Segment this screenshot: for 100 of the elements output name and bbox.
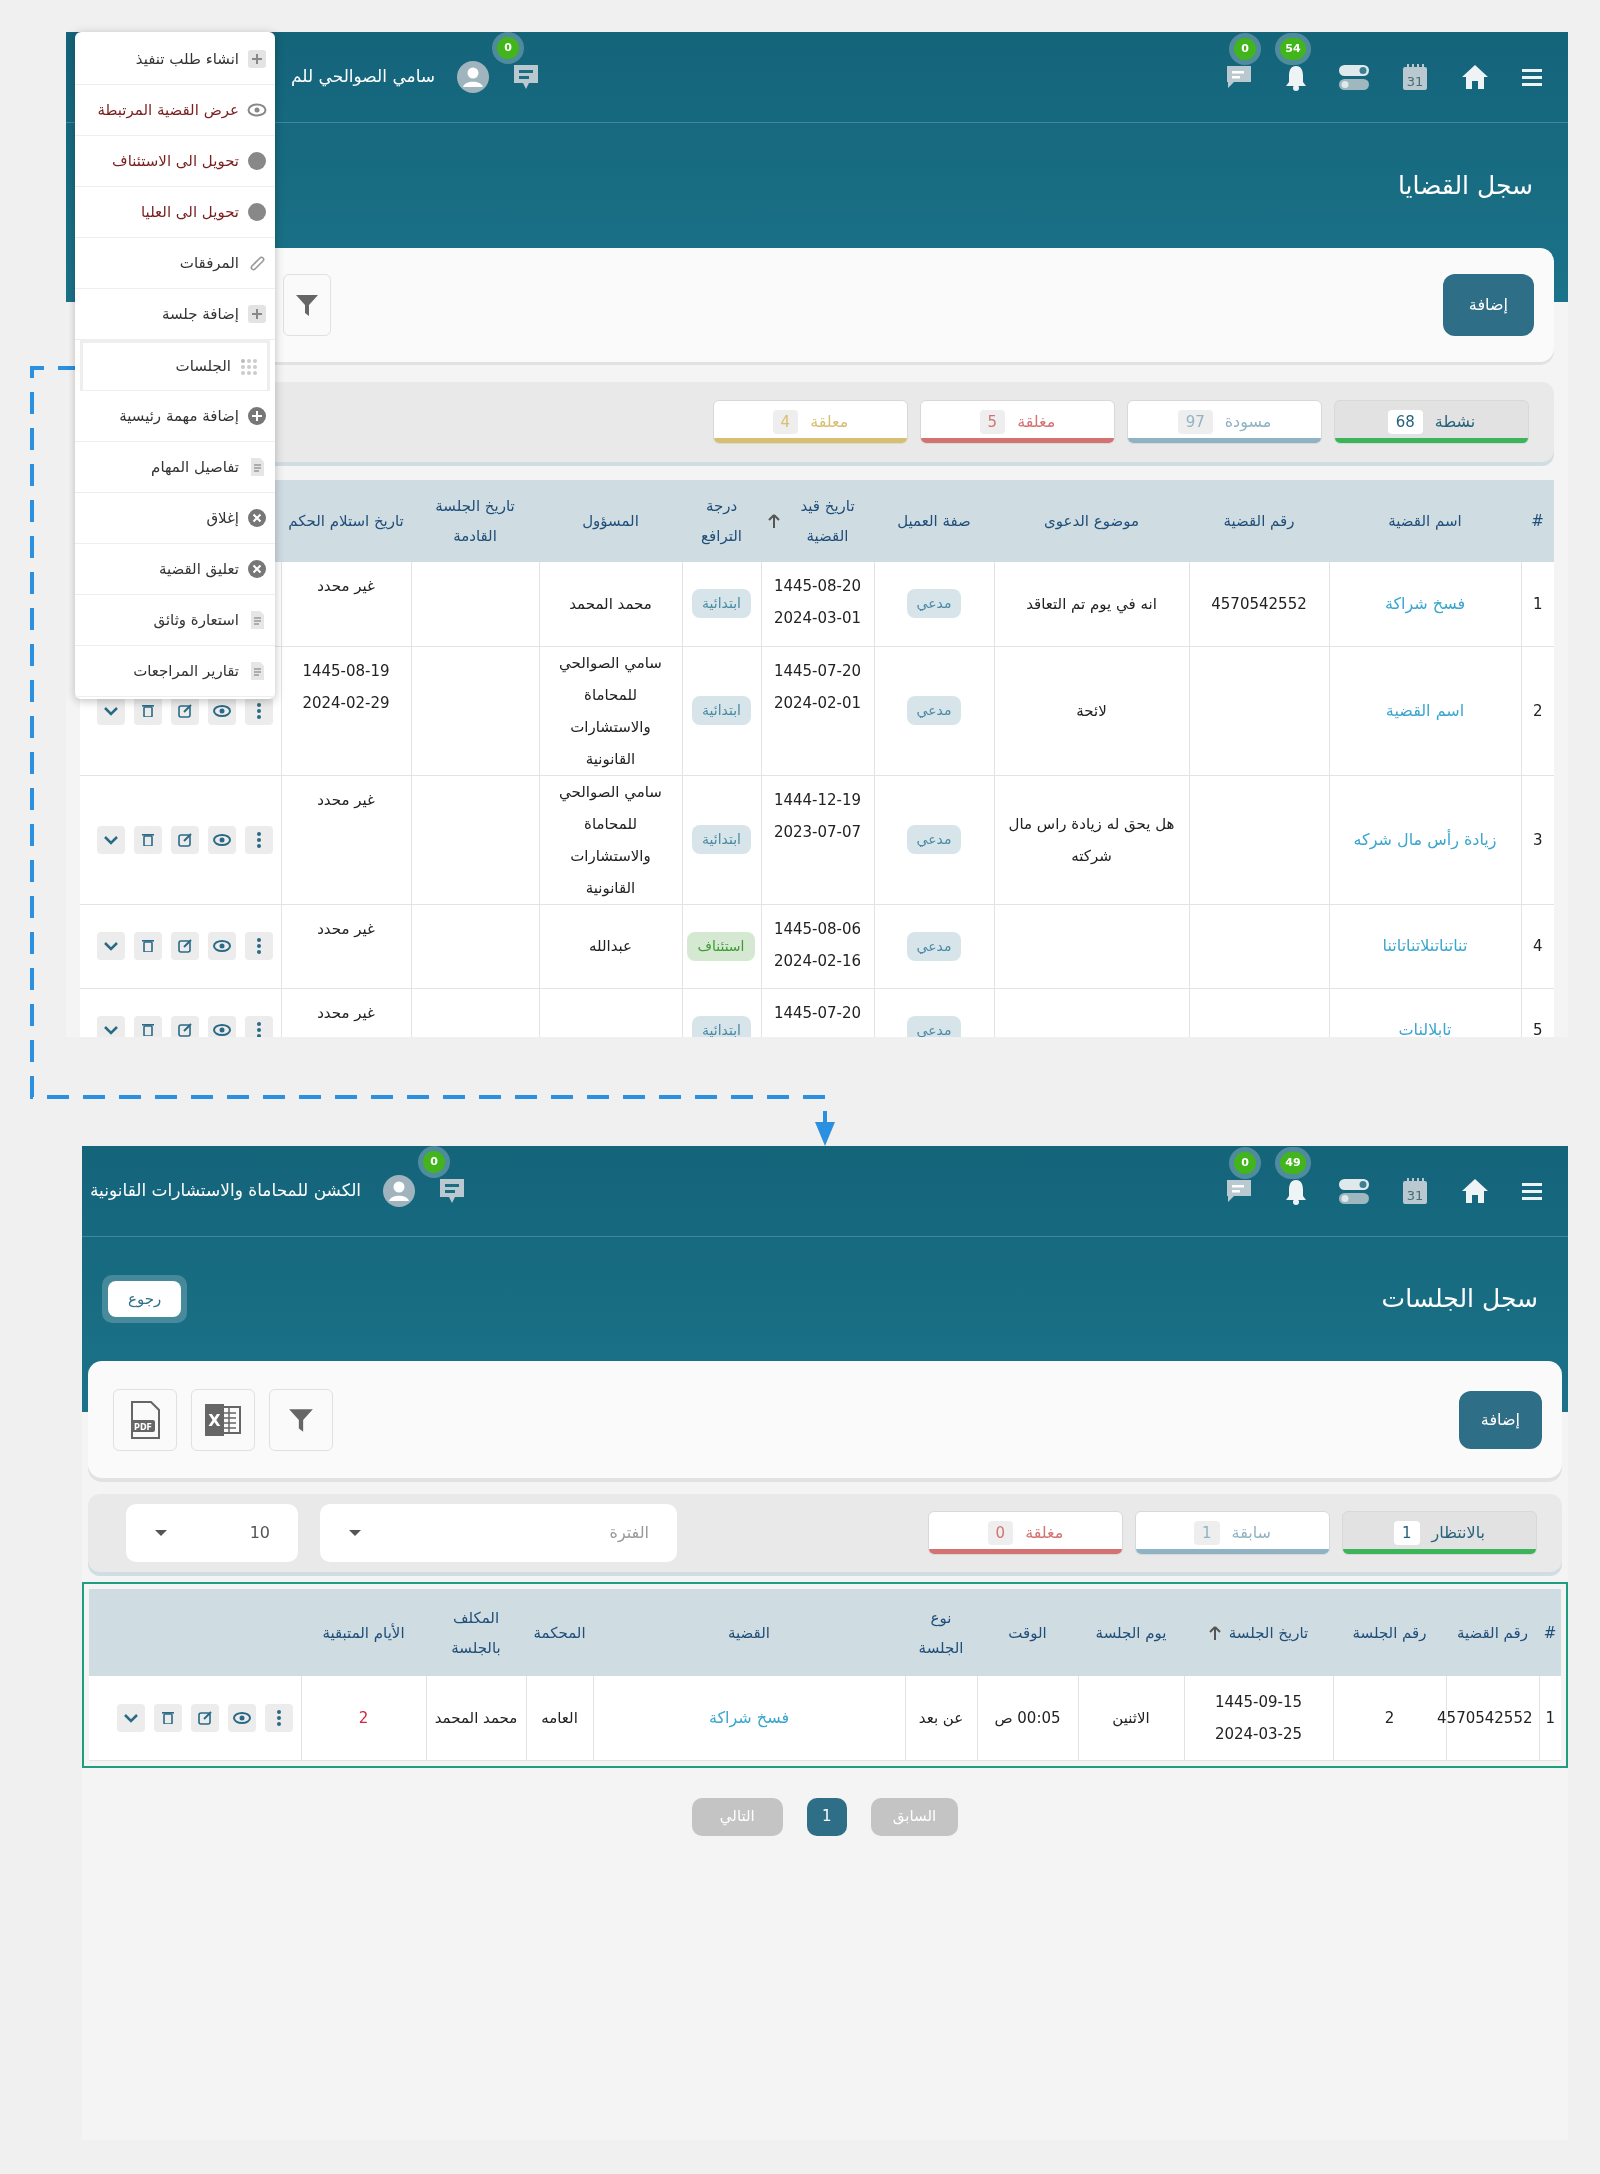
dots-grid-icon [239,356,259,377]
user-avatar-icon[interactable] [457,61,490,93]
delete-button[interactable] [133,932,162,960]
chevron-down-icon [123,1712,138,1723]
table-cell: 4 [1532,937,1543,955]
table-cell: غير محدد [317,919,375,938]
column-header[interactable]: تاريخ قيد القضية [787,491,868,551]
column-header: الوقت [977,1589,1078,1676]
column-header: صفة العميل [874,480,994,562]
degree-badge: مدعي [906,696,962,725]
more-button[interactable] [244,1016,273,1037]
count-badge: 0 [497,37,520,59]
edit-icon [197,1710,212,1725]
column-header: رقم القضية [1446,1589,1539,1676]
table-cell: هل يحق له زيادة راس مال شركته [1008,814,1175,865]
more-icon [256,938,261,954]
table-cell: 1445-09-15 2024-03-25 [1214,1692,1303,1743]
menu-item[interactable]: استعارة وثائق [75,595,275,646]
plus-icon [247,304,267,324]
column-header: المكلف بالجلسة [426,1589,526,1676]
add-button[interactable]: إضافة [1458,1390,1542,1449]
toggle-icon[interactable] [1338,63,1370,91]
chevron-down-icon [103,834,118,845]
column-header: القضية [593,1589,905,1676]
delete-button[interactable] [153,1703,182,1732]
table-cell: انه في يوم تم التعاقد [1026,594,1157,613]
bell-icon[interactable] [1284,63,1308,91]
page-button[interactable]: 1 [806,1797,847,1836]
count-badge: 68 [1387,409,1423,435]
menu-item[interactable]: إضافة مهمة رئيسية [75,391,275,442]
table-cell: 1444-12-19 2023-07-07 [773,790,862,841]
more-icon [256,702,261,719]
more-button[interactable] [244,932,273,960]
chat-icon[interactable] [1224,1177,1254,1205]
count-badge: 49 [1280,1152,1306,1174]
home-icon[interactable] [1460,63,1490,91]
chevron-down-button[interactable] [96,1016,125,1037]
column-header: المسؤول [539,480,682,562]
table-cell: 4570542552 [1211,594,1307,613]
degree-badge: ابتدائية [692,825,751,854]
edit-button[interactable] [170,825,199,854]
menu-item[interactable]: تعليق القضية [75,544,275,595]
chevron-down-icon [103,941,118,951]
more-button[interactable] [264,1703,293,1732]
edit-icon [177,832,192,847]
menu-item[interactable]: المرفقات [75,238,275,289]
view-button[interactable] [207,932,236,960]
filter-icon [294,292,320,318]
view-icon [212,1024,231,1036]
menu-item[interactable]: تقارير المراجعات [75,646,275,697]
menu-icon[interactable] [1520,67,1544,87]
pdf-export-button[interactable]: PDF [113,1388,177,1451]
delete-button[interactable] [133,825,162,854]
table-cell: 4570542552 [1437,1708,1533,1727]
edit-button[interactable] [170,1016,199,1037]
table-cell: 1445-08-20 2024-03-01 [773,577,862,627]
period-select[interactable]: الفترة [320,1504,677,1562]
count-badge: 1 [1194,1520,1220,1546]
menu-item[interactable]: تفاصيل المهام [75,442,275,493]
menu-item[interactable]: إضافة جلسة [75,289,275,340]
view-button[interactable] [207,825,236,854]
edit-button[interactable] [190,1703,219,1732]
back-button[interactable]: رجوع [108,1281,182,1317]
user-name: سامي الصوالحي للم [291,65,436,89]
menu-item[interactable]: تحويل الى الاستئناف [75,136,275,187]
chevron-down-button[interactable] [96,825,125,854]
menu-item[interactable]: انشاء طلب تنفيذ [75,34,275,85]
chevron-down-button[interactable] [96,932,125,960]
user-avatar-icon[interactable] [383,1175,416,1207]
delete-button[interactable] [133,1016,162,1037]
chevron-down-button[interactable] [116,1703,145,1732]
view-button[interactable] [227,1703,256,1732]
bell-icon[interactable] [1284,1177,1308,1205]
home-icon[interactable] [1460,1177,1490,1205]
toggle-icon[interactable] [1338,1177,1370,1205]
filter-button[interactable] [283,274,331,336]
menu-item[interactable]: إغلاق [75,493,275,544]
table-cell: 3 [1532,830,1543,849]
table-cell: 1445-07-20 [773,1003,862,1022]
more-button[interactable] [244,825,273,854]
menu-item[interactable]: الجلسات [80,340,270,391]
menu-item[interactable]: عرض القضية المرتبطة [75,85,275,136]
filter-button[interactable] [269,1388,333,1451]
view-button[interactable] [207,1016,236,1037]
table-cell: الاثنين [1112,1708,1150,1727]
chat-icon[interactable] [1224,63,1254,91]
add-button[interactable]: إضافة [1442,274,1534,336]
column-header: يوم الجلسة [1078,1589,1184,1676]
menu-item[interactable]: تحويل الى العليا [75,187,275,238]
more-icon [256,831,261,848]
menu-icon[interactable] [1520,1181,1544,1201]
column-header[interactable]: تاريخ الجلسة [1228,1617,1309,1648]
edit-button[interactable] [170,932,199,960]
page-size-select[interactable]: 10 [126,1504,298,1562]
close-icon [247,559,267,579]
page-title: سجل القضايا [1397,169,1533,202]
table-cell: 00:05 ص [994,1708,1061,1727]
excel-export-button[interactable]: X [191,1388,255,1451]
plus-icon [247,49,267,69]
caret-icon [154,1529,168,1537]
